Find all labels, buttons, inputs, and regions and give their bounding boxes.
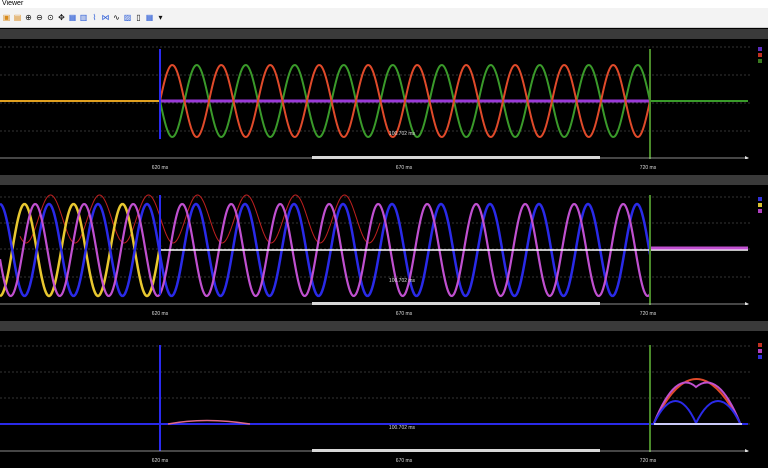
open-icon[interactable]: ▣ [2,13,11,22]
grid-icon[interactable]: ▦ [68,13,77,22]
panel-1-waveform [0,46,762,159]
tick-620: 620 ms [151,311,169,317]
markers-icon[interactable]: ⋈ [101,13,110,22]
dropdown-icon[interactable]: ▾ [156,13,165,22]
panel-1-cursor-time: 100.702 ms [388,131,416,137]
legend-swatch [758,47,762,51]
panel-2-plot[interactable]: 100.702 ms [0,185,768,305]
snapshot-icon[interactable]: ▨ [123,13,132,22]
columns-icon[interactable]: ▯ [134,13,143,22]
move-icon[interactable]: ✥ [57,13,66,22]
panel-3-plot[interactable]: 100.702 ms [0,331,768,452]
legend-swatch [758,59,762,63]
zoom-out-icon[interactable]: ⊖ [35,13,44,22]
toolbar: ▣ ▤ ⊕ ⊖ ⊙ ✥ ▦ ▥ ⌇ ⋈ ∿ ▨ ▯ ▦ ▾ [0,8,768,28]
window-titlebar: Viewer [0,0,768,8]
zoom-fit-icon[interactable]: ⊙ [46,13,55,22]
tick-720: 720 ms [639,458,657,464]
legend-swatch [758,343,762,347]
tick-720: 720 ms [639,311,657,317]
tick-670: 670 ms [395,165,413,171]
harmonics-icon[interactable]: ∿ [112,13,121,22]
legend-swatch [758,203,762,207]
tick-670: 670 ms [395,458,413,464]
panel-3-header [0,321,768,331]
cursor-icon[interactable]: ⌇ [90,13,99,22]
panel-2-cursor-time: 100.702 ms [388,278,416,284]
magenta-arc [653,381,741,424]
panel-3-waveform [0,343,762,452]
legend-swatch [758,349,762,353]
panel-2-header [0,175,768,185]
tick-670: 670 ms [395,311,413,317]
panel-2-waveform [0,194,762,305]
panel-1-header [0,29,768,39]
layout-icon[interactable]: ▦ [145,13,154,22]
panel-1-time-axis: 620 ms 670 ms 720 ms [0,159,768,175]
tick-720: 720 ms [639,165,657,171]
window-title: Viewer [2,0,24,7]
tick-620: 620 ms [151,458,169,464]
blue-arc [653,400,741,426]
save-icon[interactable]: ▤ [13,13,22,22]
red-trace [159,63,651,139]
legend-swatch [758,53,762,57]
zoom-in-icon[interactable]: ⊕ [24,13,33,22]
legend-swatch [758,197,762,201]
tick-620: 620 ms [151,165,169,171]
legend-swatch [758,209,762,213]
panel-1-plot[interactable]: 100.702 ms [0,39,768,159]
panel-3-time-axis: 620 ms 670 ms 720 ms [0,452,768,468]
panel-2-time-axis: 620 ms 670 ms 720 ms [0,305,768,321]
measure-icon[interactable]: ▥ [79,13,88,22]
panel-3-cursor-time: 100.702 ms [388,425,416,431]
legend-swatch [758,355,762,359]
